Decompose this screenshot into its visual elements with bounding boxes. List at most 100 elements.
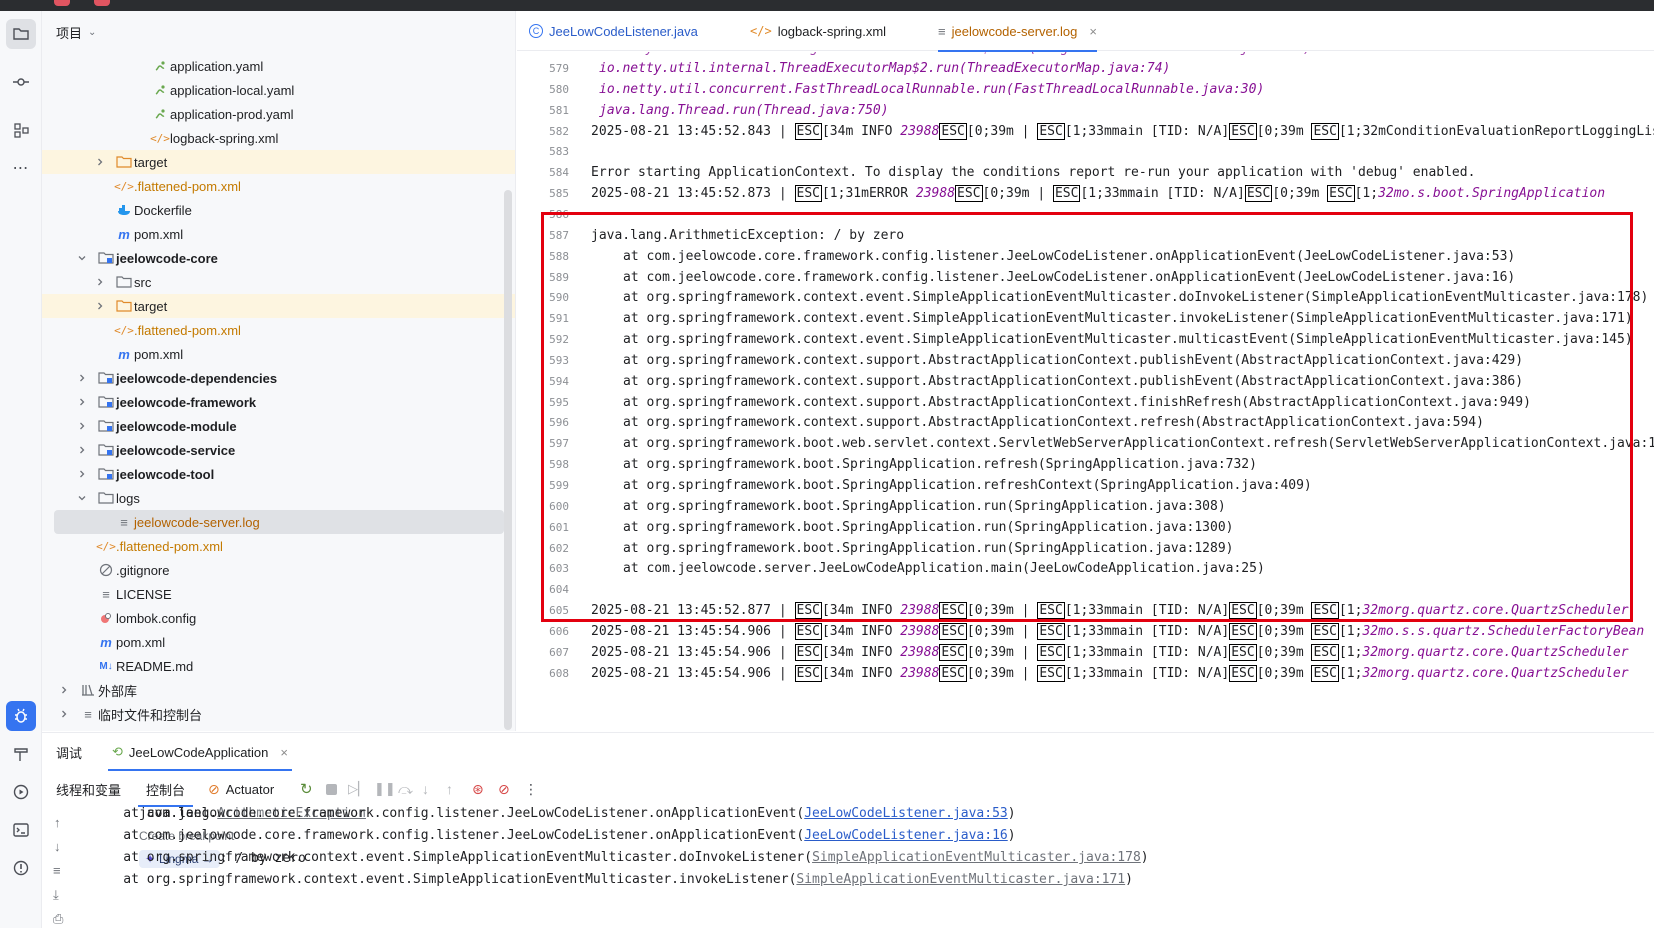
stack-trace-line: at org.springframework.context.event.Sim… bbox=[92, 847, 1652, 869]
terminal-tool-button[interactable] bbox=[6, 815, 36, 845]
tree-item[interactable]: M↓ README.md bbox=[42, 654, 515, 678]
tab-jeelowcode-application[interactable]: ⟲ JeeLowCodeApplication × bbox=[108, 733, 292, 771]
window-title-bar bbox=[0, 0, 1654, 11]
stack-frame-text: at org.springframework.context.event.Sim… bbox=[92, 872, 797, 887]
source-link[interactable]: JeeLowCodeListener.java:16 bbox=[804, 828, 1008, 843]
folder-icon bbox=[13, 28, 29, 40]
tree-item[interactable]: jeelowcode-module bbox=[42, 414, 515, 438]
tree-item[interactable]: Dockerfile bbox=[42, 198, 515, 222]
tree-item-label: target bbox=[134, 154, 168, 170]
text-icon: ≡ bbox=[102, 586, 110, 602]
stack-trace-line: at org.springframework.context.event.Sim… bbox=[92, 869, 1652, 891]
xml-icon: </> bbox=[114, 323, 134, 337]
tree-item[interactable]: m pom.xml bbox=[42, 630, 515, 654]
tree-item-label: application-local.yaml bbox=[170, 82, 295, 98]
commit-tool-button[interactable] bbox=[6, 67, 36, 97]
tree-item[interactable]: .gitignore bbox=[42, 558, 515, 582]
tree-item[interactable]: logs bbox=[42, 486, 515, 510]
console-output[interactable]: java.lang.ArithmeticException Create bre… bbox=[92, 781, 1652, 891]
config-icon bbox=[98, 610, 114, 626]
more-tools-button[interactable]: ⋯ bbox=[6, 153, 36, 183]
tree-item[interactable]: m pom.xml bbox=[42, 222, 515, 246]
chevron-right-icon[interactable] bbox=[58, 708, 70, 720]
close-icon[interactable]: × bbox=[1089, 24, 1097, 39]
tree-item[interactable]: jeelowcode-service bbox=[42, 438, 515, 462]
source-link[interactable]: SimpleApplicationEventMulticaster.java:1… bbox=[812, 850, 1141, 865]
chevron-right-icon[interactable] bbox=[76, 468, 88, 480]
terminal-icon bbox=[13, 823, 29, 837]
source-link[interactable]: JeeLowCodeListener.java:53 bbox=[804, 806, 1008, 821]
tree-item[interactable]: ≡ 临时文件和控制台 bbox=[42, 702, 515, 726]
services-tool-button[interactable] bbox=[6, 777, 36, 807]
build-tool-button[interactable] bbox=[6, 739, 36, 769]
tree-item[interactable]: </> .flattened-pom.xml bbox=[42, 174, 515, 198]
project-panel-title: 项目 bbox=[56, 26, 83, 41]
tree-item-label: jeelowcode-tool bbox=[116, 466, 215, 482]
scroll-up-icon[interactable]: ↑ bbox=[54, 815, 61, 830]
tree-item[interactable]: </> .flattened-pom.xml bbox=[42, 534, 515, 558]
source-link[interactable]: SimpleApplicationEventMulticaster.java:1… bbox=[796, 872, 1125, 887]
folder-orange-icon bbox=[116, 154, 132, 170]
tree-item[interactable]: jeelowcode-framework bbox=[42, 390, 515, 414]
scroll-down-icon[interactable]: ↓ bbox=[54, 839, 61, 854]
tree-item[interactable]: application.yaml bbox=[42, 54, 515, 78]
tree-item[interactable]: application-local.yaml bbox=[42, 78, 515, 102]
print-icon[interactable]: ⎙ bbox=[53, 911, 63, 927]
chevron-down-icon[interactable] bbox=[76, 252, 88, 264]
editor-tab-bar: C JeeLowCodeListener.java </> logback-sp… bbox=[517, 11, 1654, 52]
log-line: 2025-08-21 13:45:52.873 | ESC [1;31mERROR… bbox=[591, 185, 1606, 203]
chevron-right-icon[interactable] bbox=[94, 276, 106, 288]
chevron-down-icon[interactable] bbox=[76, 492, 88, 504]
tree-item[interactable]: 外部库 bbox=[42, 678, 515, 702]
soft-wrap-icon[interactable]: ≡ bbox=[53, 863, 61, 878]
tree-item[interactable]: m pom.xml bbox=[42, 342, 515, 366]
stack-trace-line: at com.jeelowcode.core.framework.config.… bbox=[92, 803, 1652, 825]
tree-item-label: 外部库 bbox=[98, 683, 138, 699]
run-services-icon bbox=[13, 784, 29, 800]
library-icon bbox=[80, 682, 96, 698]
structure-tool-button[interactable] bbox=[6, 115, 36, 145]
tree-item-label: src bbox=[134, 274, 152, 290]
highlight-box bbox=[541, 212, 1633, 622]
tree-item-label: lombok.config bbox=[116, 610, 197, 626]
line-number: 607 bbox=[549, 645, 569, 659]
problems-tool-button[interactable] bbox=[6, 853, 36, 883]
log-line: 2025-08-21 13:45:54.906 | ESC [34m INFO 2… bbox=[591, 643, 1629, 661]
tree-item[interactable]: jeelowcode-tool bbox=[42, 462, 515, 486]
tree-item[interactable]: application-prod.yaml bbox=[42, 102, 515, 126]
tree-item[interactable]: ≡ jeelowcode-server.log bbox=[54, 510, 504, 534]
structure-icon bbox=[14, 123, 29, 138]
project-panel-header[interactable]: 项目 ⌄ bbox=[56, 23, 96, 42]
tree-item[interactable]: </> logback-spring.xml bbox=[42, 126, 515, 150]
tree-item[interactable]: target bbox=[42, 294, 515, 318]
tree-item[interactable]: ≡ LICENSE bbox=[42, 582, 515, 606]
project-tool-button[interactable] bbox=[6, 19, 36, 49]
chevron-right-icon[interactable] bbox=[76, 420, 88, 432]
console-gutter: ↑ ↓ ≡ ⤓ ⎙ bbox=[42, 807, 78, 928]
chevron-right-icon[interactable] bbox=[94, 156, 106, 168]
module-icon bbox=[98, 418, 114, 434]
chevron-right-icon[interactable] bbox=[94, 300, 106, 312]
debug-tool-button[interactable] bbox=[6, 701, 36, 731]
tab-logback-spring[interactable]: </> logback-spring.xml bbox=[750, 11, 886, 51]
tab-jeelowcode-listener[interactable]: C JeeLowCodeListener.java bbox=[529, 11, 698, 51]
tree-item-label: pom.xml bbox=[116, 634, 166, 650]
project-scrollbar[interactable] bbox=[504, 190, 512, 730]
chevron-right-icon[interactable] bbox=[58, 684, 70, 696]
scroll-to-end-icon[interactable]: ⤓ bbox=[53, 887, 59, 903]
chevron-right-icon[interactable] bbox=[76, 372, 88, 384]
chevron-right-icon[interactable] bbox=[76, 444, 88, 456]
tree-item[interactable]: lombok.config bbox=[42, 606, 515, 630]
tree-item[interactable]: </> .flattened-pom.xml bbox=[42, 318, 515, 342]
maven-icon: m bbox=[118, 226, 130, 242]
module-icon bbox=[98, 442, 114, 458]
tab-jeelowcode-server-log[interactable]: ≡ jeelowcode-server.log × bbox=[938, 11, 1097, 52]
tree-item[interactable]: src bbox=[42, 270, 515, 294]
line-number: 580 bbox=[549, 82, 569, 96]
chevron-right-icon[interactable] bbox=[76, 396, 88, 408]
tree-item[interactable]: target bbox=[42, 150, 515, 174]
log-line: java.lang.Thread.run(Thread.java:750) bbox=[599, 102, 889, 118]
tree-item[interactable]: jeelowcode-core bbox=[42, 246, 515, 270]
close-icon[interactable]: × bbox=[280, 745, 288, 760]
tree-item[interactable]: jeelowcode-dependencies bbox=[42, 366, 515, 390]
